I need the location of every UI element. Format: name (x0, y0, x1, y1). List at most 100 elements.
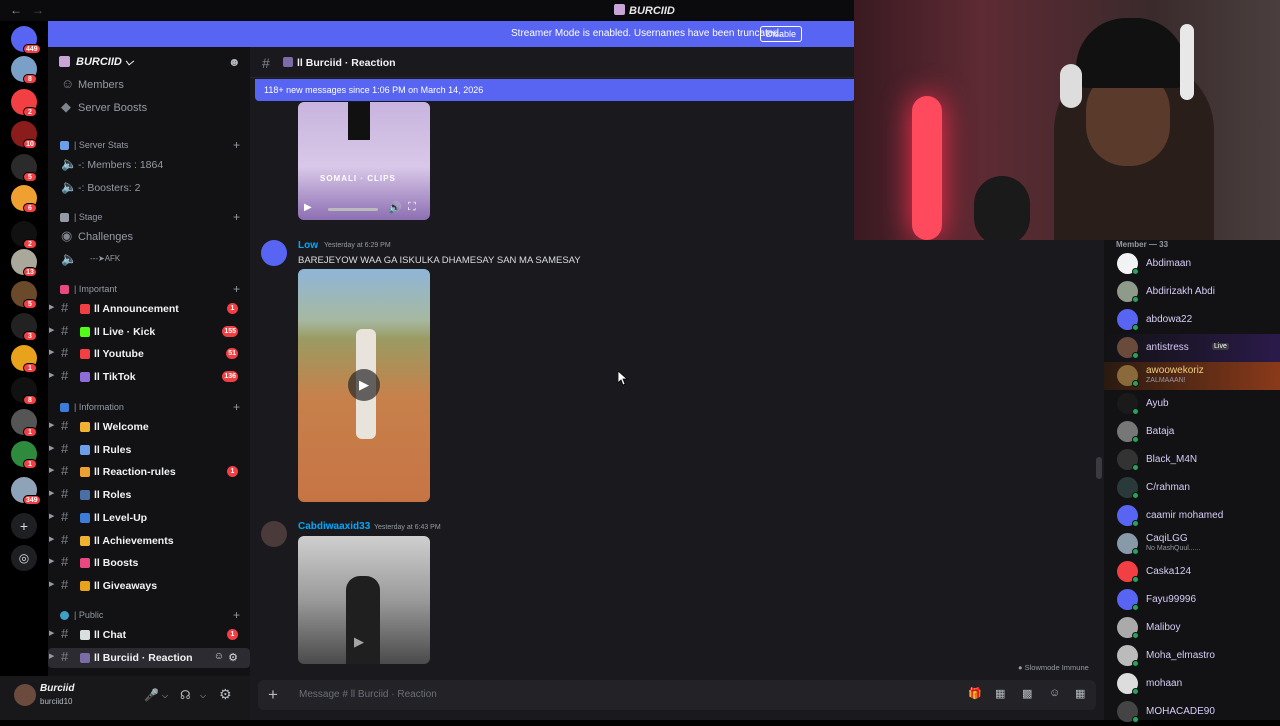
channel-item[interactable]: ▶ # ll Boosts (48, 553, 250, 573)
hash-icon: # (262, 55, 270, 71)
gif-icon[interactable]: ▦ (995, 687, 1005, 700)
video-controls: ▶ 🔊 ⛶ (304, 201, 428, 216)
member-name: caamir mohamed (1146, 510, 1224, 521)
add-channel-icon[interactable]: + (233, 210, 240, 224)
sidebar-item-server-boosts[interactable]: ◆ Server Boosts (48, 98, 250, 118)
voice-channel-boosters[interactable]: 🔈 -: Boosters: 2 (48, 178, 250, 198)
category-server-stats[interactable]: | Server Stats + (60, 138, 240, 153)
video-embed[interactable]: ▶ (298, 536, 430, 664)
category-important[interactable]: | Important + (60, 282, 240, 297)
channel-item[interactable]: ▶ # ll Live · Kick 155 (48, 322, 250, 342)
member-name: MOHACADE90 (1146, 706, 1215, 717)
member-item[interactable]: Caska124 (1104, 558, 1280, 586)
channel-item[interactable]: ▶ # ll Burciid · Reaction ⚙ ☺ (48, 647, 250, 668)
channel-item[interactable]: ▶ # ll Welcome (48, 417, 250, 437)
disable-streamer-button[interactable]: Disable (760, 26, 802, 42)
unread-badge: 349 (23, 495, 41, 505)
hash-icon: # (61, 418, 69, 433)
headphones-icon[interactable]: ☊ (180, 688, 191, 702)
attach-plus-icon[interactable]: + (268, 685, 278, 705)
video-embed[interactable]: ▶ (298, 269, 430, 502)
stage-channel-challenges[interactable]: ◉ Challenges (48, 227, 250, 247)
status-indicator (1132, 324, 1139, 331)
channel-item[interactable]: ▶ # ll Reaction-rules 1 (48, 462, 250, 482)
chevron-down-icon[interactable]: ⌵ (162, 691, 168, 701)
discover-icon[interactable]: ◎ (11, 545, 37, 571)
add-member-icon[interactable]: ☺ (214, 651, 224, 662)
channel-item[interactable]: ▶ # ll Announcement 1 (48, 299, 250, 319)
add-server-icon[interactable]: + (11, 513, 37, 539)
video-progress-bar[interactable] (328, 208, 378, 211)
play-icon[interactable]: ▶ (354, 634, 364, 650)
channel-item[interactable]: ▶ # ll TikTok 136 (48, 367, 250, 387)
channel-item[interactable]: ▶ # ll Giveaways (48, 576, 250, 596)
microphone-icon[interactable]: 🎤 (144, 688, 159, 702)
member-item[interactable]: caamir mohamed (1104, 502, 1280, 530)
avatar[interactable] (14, 684, 36, 706)
forward-arrow-icon[interactable]: → (32, 3, 44, 17)
unread-badge: 1 (23, 363, 37, 373)
volume-icon[interactable]: 🔊 (388, 201, 402, 214)
voice-channel-members[interactable]: 🔈 -: Members : 1864 (48, 155, 250, 175)
add-channel-icon[interactable]: + (233, 400, 240, 414)
play-icon[interactable]: ▶ (304, 202, 312, 213)
avatar[interactable] (261, 240, 287, 266)
message-composer[interactable]: + Message # ll Burciid · Reaction 🎁 ▦ ▩ … (258, 680, 1096, 710)
add-channel-icon[interactable]: + (233, 608, 240, 622)
channel-item[interactable]: ▶ # ll Roles (48, 485, 250, 505)
channel-item[interactable]: ▶ # ll Chat 1 (48, 625, 250, 645)
channel-emoji-icon (80, 372, 90, 383)
beanie-shape (1076, 18, 1186, 88)
message-input[interactable]: Message # ll Burciid · Reaction (299, 689, 437, 700)
play-icon[interactable]: ▶ (348, 369, 380, 401)
channel-item[interactable]: ▶ # ll Achievements (48, 531, 250, 551)
member-list-header: Member — 33 (1116, 240, 1169, 249)
add-channel-icon[interactable]: + (233, 138, 240, 152)
category-stage[interactable]: | Stage + (60, 210, 240, 225)
mention-badge: 1 (227, 629, 238, 640)
member-item[interactable]: antistress Live (1104, 334, 1280, 362)
message-author[interactable]: Cabdiwaaxid33 (298, 521, 370, 532)
member-item[interactable]: Ayub (1104, 390, 1280, 418)
invite-icon[interactable]: ☻ (228, 55, 241, 69)
server-header[interactable]: BURCIID ⌵ ☻ (48, 47, 250, 77)
back-arrow-icon[interactable]: ← (10, 3, 22, 17)
apps-icon[interactable]: ▦ (1075, 687, 1085, 700)
member-item[interactable]: MOHACADE90 (1104, 698, 1280, 726)
message-author[interactable]: Low (298, 240, 318, 251)
member-item[interactable]: abdowa22 (1104, 306, 1280, 334)
chat-scrollbar[interactable] (1096, 457, 1102, 479)
channel-item[interactable]: ▶ # ll Youtube 51 (48, 344, 250, 364)
server-name: BURCIID ⌵ (76, 56, 134, 68)
gear-icon[interactable]: ⚙ (228, 651, 238, 664)
channel-item[interactable]: ▶ # ll Level-Up (48, 508, 250, 528)
member-item[interactable]: mohaan (1104, 670, 1280, 698)
sidebar-item-members[interactable]: ☺ Members (48, 75, 250, 95)
member-item[interactable]: Maliboy (1104, 614, 1280, 642)
chevron-right-icon: ▶ (49, 580, 55, 588)
chevron-down-icon[interactable]: ⌵ (200, 691, 206, 701)
member-item[interactable]: Abdimaan (1104, 250, 1280, 278)
member-item[interactable]: Black_M4N (1104, 446, 1280, 474)
new-messages-bar[interactable]: 118+ new messages since 1:06 PM on March… (255, 79, 855, 101)
emoji-icon[interactable]: ☺ (1049, 687, 1060, 699)
voice-channel-afk[interactable]: 🔈 ---➤AFK (48, 250, 250, 270)
gear-icon[interactable]: ⚙ (219, 686, 232, 703)
avatar[interactable] (261, 521, 287, 547)
member-item[interactable]: C/rahman (1104, 474, 1280, 502)
category-public[interactable]: | Public + (60, 608, 240, 623)
sticker-icon[interactable]: ▩ (1022, 687, 1032, 700)
gift-icon[interactable]: 🎁 (968, 687, 982, 700)
member-item[interactable]: Abdirizakh Abdi (1104, 278, 1280, 306)
member-item[interactable]: awoowekoriz ZALMAAAN! (1104, 362, 1280, 390)
member-item[interactable]: Bataja (1104, 418, 1280, 446)
fullscreen-icon[interactable]: ⛶ (408, 201, 416, 214)
add-channel-icon[interactable]: + (233, 282, 240, 296)
mention-badge: 155 (222, 325, 238, 337)
member-item[interactable]: Moha_elmastro (1104, 642, 1280, 670)
member-item[interactable]: CaqiLGG No MashQuul...... (1104, 530, 1280, 558)
member-list: Member — 33 Abdimaan Abdirizakh Abdi abdow… (1104, 240, 1280, 723)
category-information[interactable]: | Information + (60, 400, 240, 415)
channel-item[interactable]: ▶ # ll Rules (48, 440, 250, 460)
member-item[interactable]: Fayu99996 (1104, 586, 1280, 614)
